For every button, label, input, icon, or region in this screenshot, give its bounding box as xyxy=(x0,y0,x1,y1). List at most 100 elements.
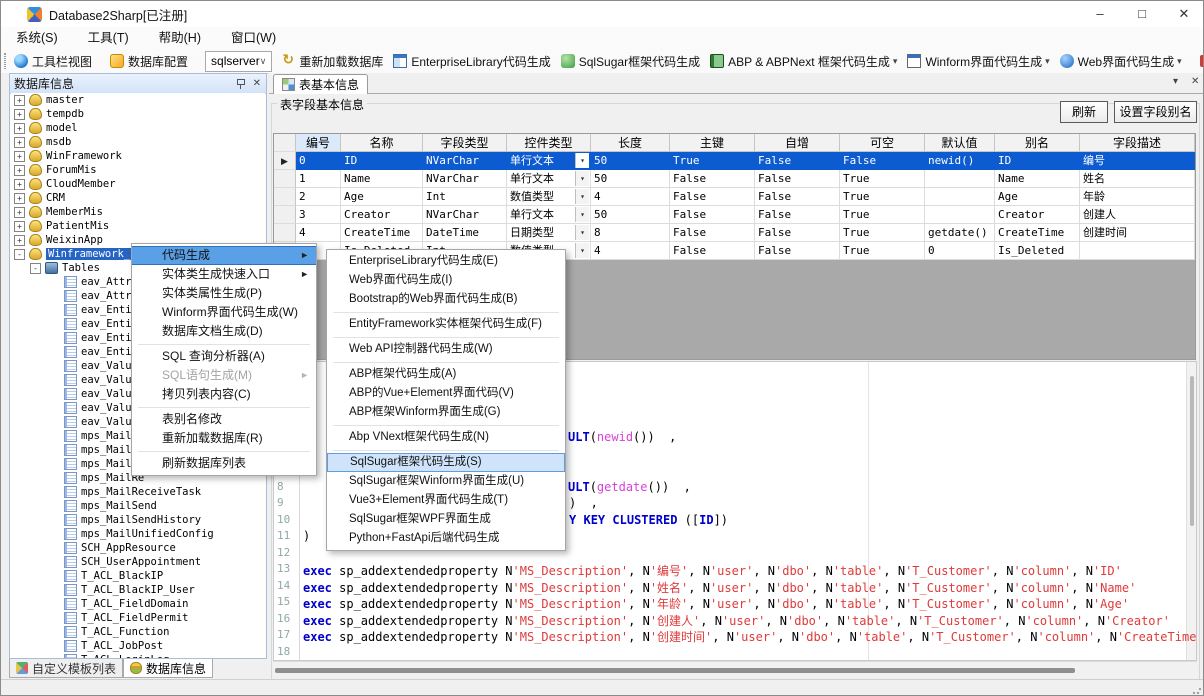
editor-vertical-scrollbar[interactable] xyxy=(1186,362,1196,660)
grid-row-indicator[interactable] xyxy=(274,188,296,206)
grid-cell[interactable]: 50 xyxy=(591,170,670,188)
tree-db-item[interactable]: +msdb xyxy=(11,135,265,149)
submenu-item[interactable]: SqlSugar框架Winform界面生成(U) xyxy=(327,472,565,491)
grid-cell[interactable]: True xyxy=(840,224,925,242)
toolbar-button[interactable]: 退出 xyxy=(1195,50,1204,72)
tree-table-item[interactable]: T_ACL_JobPost xyxy=(11,639,265,653)
toolbar-gripper[interactable] xyxy=(4,53,6,69)
collapse-icon[interactable]: - xyxy=(30,263,41,274)
tree-table-item[interactable]: mps_MailUnifiedConfig xyxy=(11,527,265,541)
grid-cell[interactable]: Creator xyxy=(341,206,423,224)
grid-cell[interactable]: 单行文本▾ xyxy=(507,152,591,170)
tree-table-item[interactable]: SCH_AppResource xyxy=(11,541,265,555)
submenu-item[interactable]: Bootstrap的Web界面代码生成(B) xyxy=(327,290,565,309)
submenu-item[interactable]: Python+FastApi后端代码生成 xyxy=(327,529,565,548)
menubar-item[interactable]: 系统(S) xyxy=(1,27,73,49)
expand-icon[interactable]: + xyxy=(14,123,25,134)
menubar-item[interactable]: 帮助(H) xyxy=(144,27,216,49)
tree-db-item[interactable]: +WinFramework xyxy=(11,149,265,163)
submenu-item[interactable]: Web界面代码生成(I) xyxy=(327,271,565,290)
grid-cell[interactable]: Int xyxy=(423,188,507,206)
grid-cell[interactable]: False xyxy=(755,206,840,224)
editor-horizontal-scrollbar[interactable] xyxy=(273,661,1197,678)
toolbar-button[interactable]: 重新加载数据库 xyxy=(276,50,388,72)
grid-cell[interactable]: True xyxy=(840,206,925,224)
expand-icon[interactable]: + xyxy=(14,151,25,162)
grid-cell[interactable] xyxy=(925,170,995,188)
grid-cell[interactable]: 8 xyxy=(591,224,670,242)
grid-cell[interactable]: Age xyxy=(995,188,1080,206)
context-menu-item[interactable]: SQL 查询分析器(A) xyxy=(132,347,316,366)
database-type-combobox[interactable]: sqlserver∨ xyxy=(205,51,272,72)
grid-cell[interactable]: NVarChar xyxy=(423,206,507,224)
grid-cell[interactable] xyxy=(925,206,995,224)
toolbar-button[interactable]: EnterpriseLibrary代码生成 xyxy=(388,50,555,72)
grid-cell[interactable]: Creator xyxy=(995,206,1080,224)
grid-cell[interactable]: False xyxy=(755,242,840,260)
tree-table-item[interactable]: T_ACL_Function xyxy=(11,625,265,639)
tab-table-basic-info[interactable]: 表基本信息 xyxy=(273,74,368,94)
menubar-item[interactable]: 工具(T) xyxy=(73,27,144,49)
chevron-down-icon[interactable]: ▾ xyxy=(1173,76,1178,87)
tree-table-item[interactable]: T_ACL_FieldPermit xyxy=(11,611,265,625)
expand-icon[interactable]: + xyxy=(14,207,25,218)
grid-cell[interactable]: False xyxy=(840,152,925,170)
grid-column-header[interactable]: 长度 xyxy=(591,134,670,152)
expand-icon[interactable]: + xyxy=(14,137,25,148)
grid-row-indicator[interactable]: ▶ xyxy=(274,152,296,170)
dropdown-arrow-icon[interactable]: ▾ xyxy=(575,225,589,240)
submenu-item[interactable]: ABP框架代码生成(A) xyxy=(327,365,565,384)
tree-table-item[interactable]: T_ACL_FieldDomain xyxy=(11,597,265,611)
grid-cell[interactable]: 50 xyxy=(591,152,670,170)
tree-table-item[interactable]: SCH_UserAppointment xyxy=(11,555,265,569)
pin-icon[interactable] xyxy=(236,79,245,89)
grid-cell[interactable]: 0 xyxy=(925,242,995,260)
tree-table-item[interactable]: T_ACL_LoginLog xyxy=(11,653,265,658)
tree-table-item[interactable]: T_ACL_BlackIP xyxy=(11,569,265,583)
submenu-item[interactable]: ABP框架Winform界面生成(G) xyxy=(327,403,565,422)
grid-cell[interactable]: CreateTime xyxy=(341,224,423,242)
expand-icon[interactable]: + xyxy=(14,165,25,176)
grid-cell[interactable]: ID xyxy=(995,152,1080,170)
submenu-item[interactable]: ABP的Vue+Element界面代码(V) xyxy=(327,384,565,403)
panel-tab[interactable]: 数据库信息 xyxy=(123,659,213,678)
context-menu-item[interactable]: 表别名修改 xyxy=(132,410,316,429)
grid-cell[interactable]: True xyxy=(670,152,755,170)
tree-db-item[interactable]: +master xyxy=(11,93,265,107)
grid-row-indicator[interactable] xyxy=(274,170,296,188)
grid-cell[interactable]: newid() xyxy=(925,152,995,170)
context-menu-item[interactable]: 实体类生成快速入口► xyxy=(132,265,316,284)
context-menu-item[interactable]: 代码生成► xyxy=(132,246,316,265)
scrollbar-thumb[interactable] xyxy=(275,668,1075,673)
submenu-item[interactable]: Abp VNext框架代码生成(N) xyxy=(327,428,565,447)
grid-cell[interactable]: 50 xyxy=(591,206,670,224)
grid-row-indicator[interactable] xyxy=(274,224,296,242)
tree-db-item[interactable]: +MemberMis xyxy=(11,205,265,219)
minimize-button[interactable]: – xyxy=(1079,2,1121,26)
expand-icon[interactable]: + xyxy=(14,221,25,232)
context-menu-item[interactable]: 实体类属性生成(P) xyxy=(132,284,316,303)
grid-cell[interactable]: 姓名 xyxy=(1080,170,1195,188)
tree-table-item[interactable]: mps_MailSendHistory xyxy=(11,513,265,527)
grid-cell[interactable]: CreateTime xyxy=(995,224,1080,242)
grid-cell[interactable]: False xyxy=(755,224,840,242)
grid-cell[interactable]: 3 xyxy=(296,206,341,224)
grid-cell[interactable]: False xyxy=(755,152,840,170)
tree-db-item[interactable]: +CRM xyxy=(11,191,265,205)
grid-cell[interactable]: ID xyxy=(341,152,423,170)
tree-db-item[interactable]: +model xyxy=(11,121,265,135)
grid-column-header[interactable]: 字段描述 xyxy=(1080,134,1195,152)
grid-row-indicator[interactable] xyxy=(274,206,296,224)
toolbar-button[interactable]: SqlSugar框架代码生成 xyxy=(556,50,705,72)
set-field-alias-button[interactable]: 设置字段别名 xyxy=(1114,101,1197,123)
grid-column-header[interactable]: 控件类型 xyxy=(507,134,591,152)
grid-cell[interactable]: 数值类型▾ xyxy=(507,188,591,206)
submenu-item[interactable]: Vue3+Element界面代码生成(T) xyxy=(327,491,565,510)
grid-cell[interactable]: 单行文本▾ xyxy=(507,170,591,188)
grid-cell[interactable] xyxy=(925,188,995,206)
context-menu-item[interactable]: SQL语句生成(M)► xyxy=(132,366,316,385)
context-menu-item[interactable]: 拷贝列表内容(C) xyxy=(132,385,316,404)
grid-cell[interactable]: 年龄 xyxy=(1080,188,1195,206)
grid-column-header[interactable]: 主键 xyxy=(670,134,755,152)
grid-cell[interactable]: False xyxy=(670,242,755,260)
